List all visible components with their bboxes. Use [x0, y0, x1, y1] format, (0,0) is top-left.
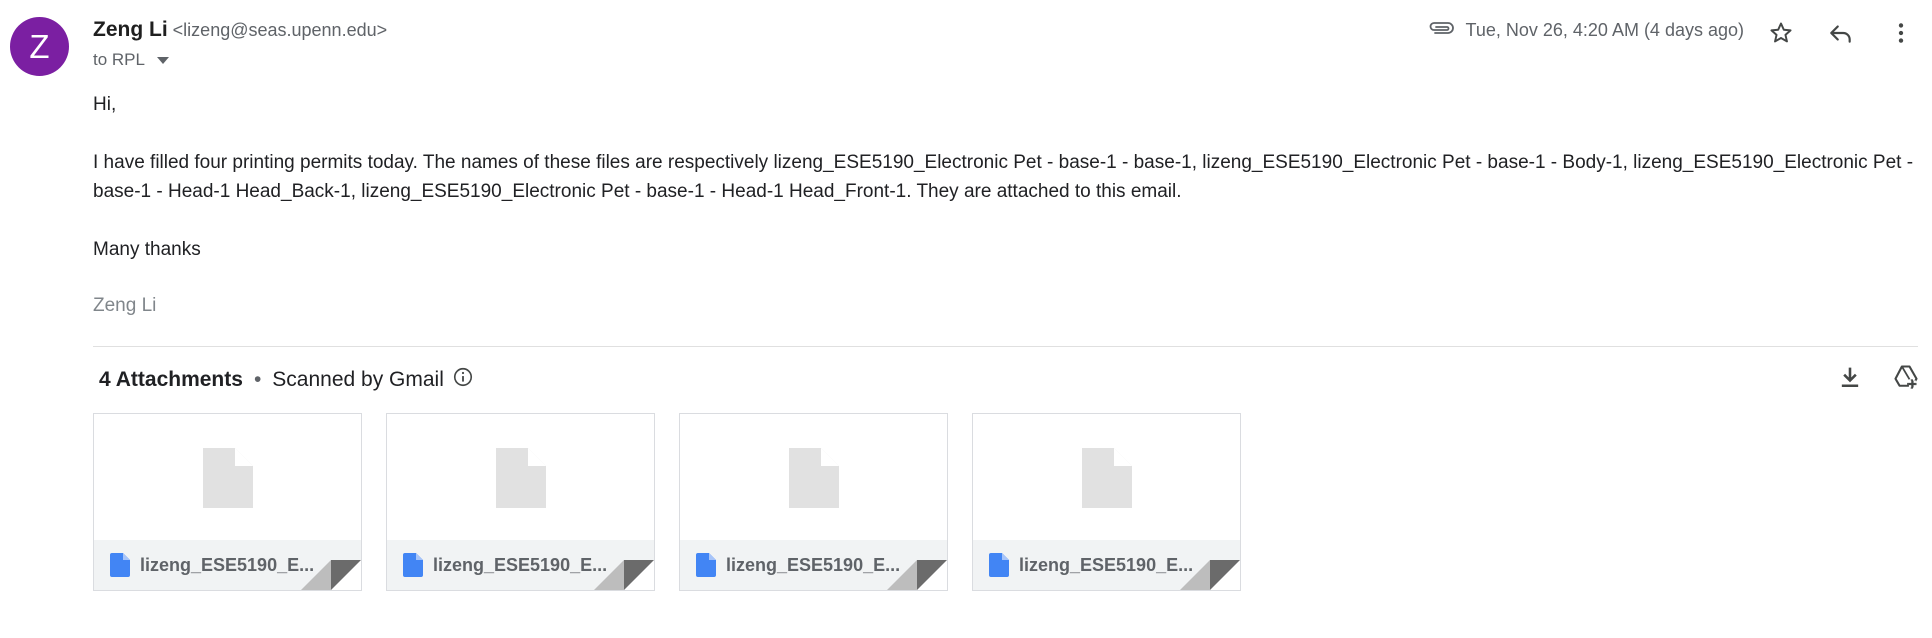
more-options-button[interactable] — [1886, 18, 1916, 48]
message-date: Tue, Nov 26, 4:20 AM (4 days ago) — [1465, 20, 1744, 40]
drive-add-icon — [1894, 365, 1918, 389]
recipients-line[interactable]: to RPL — [93, 50, 169, 70]
page-curl-icon — [1180, 560, 1240, 590]
message-greeting: Hi, — [93, 94, 117, 115]
generic-file-icon — [495, 448, 546, 508]
attachments-divider — [93, 346, 1918, 347]
attachment-card[interactable]: lizeng_ESE5190_E... — [679, 413, 948, 591]
download-all-button[interactable] — [1836, 363, 1864, 396]
message-meta: Tue, Nov 26, 4:20 AM (4 days ago) — [1428, 20, 1744, 41]
generic-file-icon — [788, 448, 839, 508]
page-curl-icon — [594, 560, 654, 590]
attachments-count: 4 Attachments — [99, 368, 243, 391]
paperclip-icon — [1428, 20, 1454, 41]
download-icon — [1841, 367, 1859, 388]
attachment-preview — [680, 414, 947, 542]
more-vert-icon — [1898, 23, 1904, 43]
message-signature: Zeng Li — [93, 295, 157, 316]
attachment-preview — [973, 414, 1240, 542]
sender-email: <lizeng@seas.upenn.edu> — [172, 20, 388, 40]
add-to-drive-button[interactable] — [1892, 363, 1920, 396]
page-curl-icon — [887, 560, 947, 590]
sender-name[interactable]: Zeng Li — [93, 18, 168, 41]
sender-avatar[interactable]: Z — [10, 17, 69, 76]
attachment-list: lizeng_ESE5190_E... lizeng_ESE5190_E... … — [93, 413, 1241, 591]
attachment-preview — [387, 414, 654, 542]
separator-dot: • — [253, 368, 262, 391]
attachment-card[interactable]: lizeng_ESE5190_E... — [972, 413, 1241, 591]
generic-file-icon — [202, 448, 253, 508]
reply-icon — [1830, 25, 1851, 43]
attachments-header: 4 Attachments • Scanned by Gmail — [99, 366, 474, 394]
star-button[interactable] — [1766, 18, 1796, 48]
document-icon — [696, 553, 716, 577]
info-icon[interactable] — [452, 366, 474, 394]
attachment-name: lizeng_ESE5190_E... — [140, 554, 315, 575]
page-curl-icon — [301, 560, 361, 590]
attachment-preview — [94, 414, 361, 542]
attachments-actions — [1836, 363, 1920, 396]
sender-line: Zeng Li <lizeng@seas.upenn.edu> — [93, 18, 387, 42]
recipients-dropdown-icon[interactable] — [156, 56, 169, 64]
message-paragraph: I have filled four printing permits toda… — [93, 152, 1914, 202]
attachment-name: lizeng_ESE5190_E... — [726, 554, 901, 575]
attachment-card[interactable]: lizeng_ESE5190_E... — [386, 413, 655, 591]
star-icon — [1770, 22, 1792, 43]
message-closing: Many thanks — [93, 239, 201, 260]
generic-file-icon — [1081, 448, 1132, 508]
attachment-card[interactable]: lizeng_ESE5190_E... — [93, 413, 362, 591]
attachment-name: lizeng_ESE5190_E... — [433, 554, 608, 575]
document-icon — [403, 553, 423, 577]
reply-button[interactable] — [1826, 18, 1856, 48]
document-icon — [989, 553, 1009, 577]
attachment-name: lizeng_ESE5190_E... — [1019, 554, 1194, 575]
scanned-label: Scanned by Gmail — [272, 368, 444, 391]
document-icon — [110, 553, 130, 577]
recipients-label: to RPL — [93, 50, 145, 69]
message-body: Hi, I have filled four printing permits … — [93, 90, 1923, 264]
